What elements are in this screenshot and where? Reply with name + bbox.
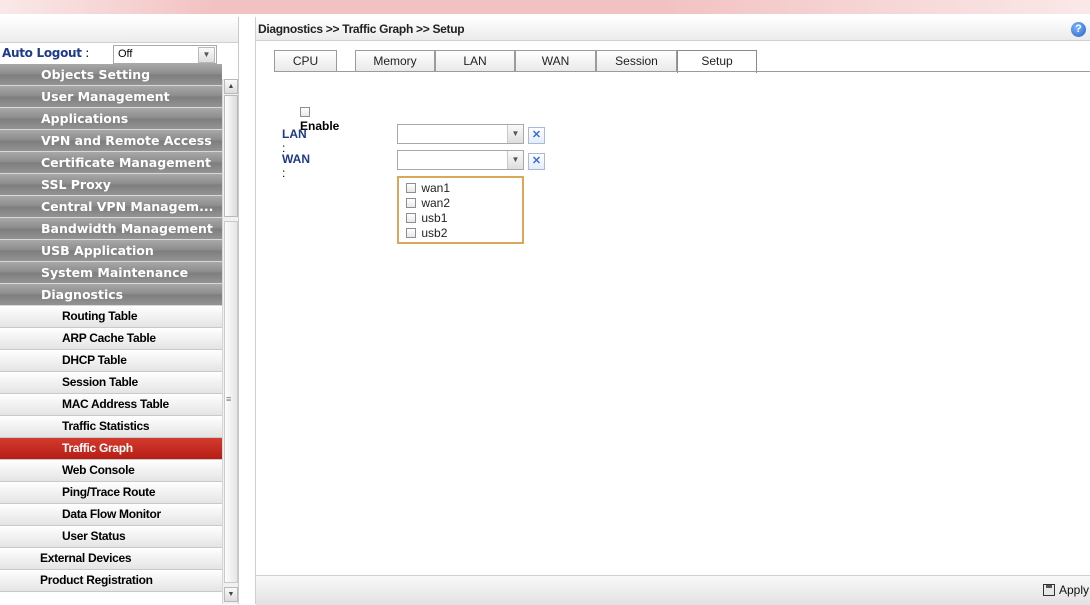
tab-lan[interactable]: LAN	[435, 50, 515, 71]
submenu-session-table[interactable]: Session Table	[0, 372, 222, 394]
scroll-thumb[interactable]	[224, 95, 238, 217]
menu-usb-application[interactable]: USB Application	[0, 240, 222, 262]
submenu-traffic-graph[interactable]: Traffic Graph	[0, 438, 222, 460]
main-panel: Diagnostics >> Traffic Graph >> Setup ? …	[255, 17, 1090, 605]
option-checkbox[interactable]	[406, 198, 416, 208]
footer-bar: Apply	[256, 575, 1090, 605]
tab-wan[interactable]: WAN	[515, 50, 596, 71]
lan-label: LAN :	[282, 127, 307, 155]
tab-cpu[interactable]: CPU	[274, 50, 337, 71]
auto-logout-label: Auto Logout :	[2, 46, 89, 60]
option-checkbox[interactable]	[406, 183, 416, 193]
auto-logout-select[interactable]: Off ▼	[113, 45, 217, 64]
help-icon[interactable]: ?	[1071, 22, 1086, 37]
sidebar-scrollbar[interactable]: ▲ ≡ ▼	[222, 79, 238, 604]
clear-icon[interactable]: ✕	[528, 127, 545, 144]
submenu-arp-cache-table[interactable]: ARP Cache Table	[0, 328, 222, 350]
wan-option[interactable]: usb1	[406, 211, 447, 225]
save-icon	[1042, 584, 1055, 596]
submenu-routing-table[interactable]: Routing Table	[0, 306, 222, 328]
tab-session[interactable]: Session	[596, 50, 677, 71]
menu-ssl-proxy[interactable]: SSL Proxy	[0, 174, 222, 196]
submenu-web-console[interactable]: Web Console	[0, 460, 222, 482]
top-accent-bar	[0, 0, 1090, 14]
auto-logout: Auto Logout : Off ▼	[0, 43, 238, 64]
submenu-data-flow-monitor[interactable]: Data Flow Monitor	[0, 504, 222, 526]
menu-certificate-management[interactable]: Certificate Management	[0, 152, 222, 174]
submenu-mac-address-table[interactable]: MAC Address Table	[0, 394, 222, 416]
menu-diagnostics[interactable]: Diagnostics	[0, 284, 222, 306]
lan-select[interactable]: ▼	[397, 124, 524, 144]
sidebar-header	[0, 17, 238, 43]
tab-setup[interactable]: Setup	[677, 50, 757, 73]
sidebar-menu: Objects Setting User Management Applicat…	[0, 64, 222, 592]
wan-label: WAN :	[282, 152, 310, 180]
scroll-up-icon[interactable]: ▲	[224, 79, 238, 94]
apply-button[interactable]: Apply	[1042, 583, 1089, 597]
wan-option[interactable]: wan2	[406, 196, 450, 210]
enable-checkbox[interactable]	[300, 107, 310, 117]
wan-option[interactable]: wan1	[406, 181, 450, 195]
menu-product-registration[interactable]: Product Registration	[0, 570, 222, 592]
menu-central-vpn[interactable]: Central VPN Managem...	[0, 196, 222, 218]
auto-logout-value: Off	[118, 48, 133, 60]
chevron-down-icon[interactable]: ▼	[198, 47, 215, 63]
grip-icon: ≡	[226, 394, 232, 404]
sidebar: Auto Logout : Off ▼ Objects Setting User…	[0, 17, 239, 604]
menu-applications[interactable]: Applications	[0, 108, 222, 130]
menu-user-management[interactable]: User Management	[0, 86, 222, 108]
tab-underline	[274, 71, 1090, 72]
chevron-down-icon[interactable]: ▼	[507, 125, 523, 143]
menu-external-devices[interactable]: External Devices	[0, 548, 222, 570]
menu-bandwidth-management[interactable]: Bandwidth Management	[0, 218, 222, 240]
clear-icon[interactable]: ✕	[528, 153, 545, 170]
menu-system-maintenance[interactable]: System Maintenance	[0, 262, 222, 284]
submenu-traffic-statistics[interactable]: Traffic Statistics	[0, 416, 222, 438]
scroll-down-icon[interactable]: ▼	[224, 587, 238, 602]
option-checkbox[interactable]	[406, 228, 416, 238]
wan-select[interactable]: ▼	[397, 150, 524, 170]
tab-memory[interactable]: Memory	[355, 50, 435, 71]
menu-vpn-remote-access[interactable]: VPN and Remote Access	[0, 130, 222, 152]
menu-objects-setting[interactable]: Objects Setting	[0, 64, 222, 86]
submenu-dhcp-table[interactable]: DHCP Table	[0, 350, 222, 372]
wan-dropdown-list: wan1 wan2 usb1 usb2	[397, 176, 524, 244]
chevron-down-icon[interactable]: ▼	[507, 151, 523, 169]
option-checkbox[interactable]	[406, 213, 416, 223]
submenu-user-status[interactable]: User Status	[0, 526, 222, 548]
breadcrumb: Diagnostics >> Traffic Graph >> Setup	[256, 17, 1090, 41]
wan-option[interactable]: usb2	[406, 226, 447, 240]
submenu-ping-trace-route[interactable]: Ping/Trace Route	[0, 482, 222, 504]
